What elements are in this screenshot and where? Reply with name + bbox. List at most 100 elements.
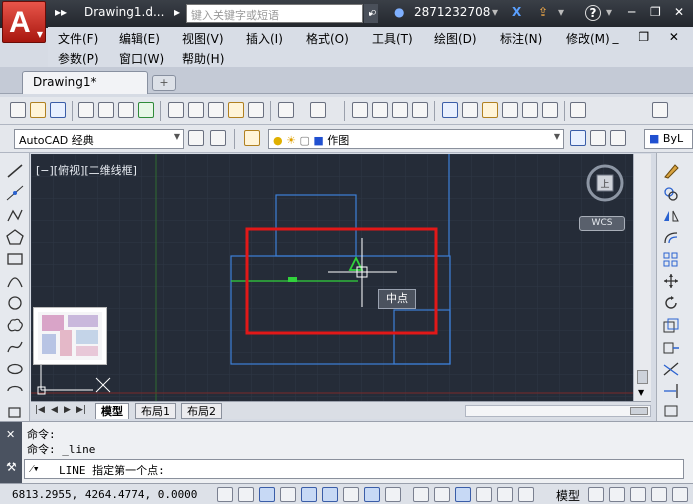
viewcube[interactable]: 上	[584, 162, 626, 204]
grid-display-toggle[interactable]	[259, 487, 275, 502]
menu-window[interactable]: 窗口(W)	[119, 50, 164, 67]
connect-icon[interactable]: ⇪	[538, 5, 548, 19]
sheet-set-icon[interactable]	[502, 102, 518, 118]
pan-icon[interactable]	[352, 102, 368, 118]
dynamic-ucs-toggle[interactable]	[385, 487, 401, 502]
block-editor-icon[interactable]	[248, 102, 264, 118]
make-current-layer-icon[interactable]	[570, 130, 586, 146]
horizontal-scroll-thumb[interactable]	[630, 407, 648, 415]
scroll-down-arrow[interactable]: ▼	[638, 388, 644, 397]
search-input[interactable]: 键入关键字或短语	[186, 4, 363, 23]
publish-icon[interactable]	[118, 102, 134, 118]
ortho-mode-toggle[interactable]	[280, 487, 296, 502]
quick-access-expand[interactable]: ▸▸	[55, 5, 67, 19]
minimize-icon[interactable]: ─	[628, 5, 635, 19]
dynamic-input-toggle[interactable]	[413, 487, 429, 502]
menu-modify[interactable]: 修改(M)	[566, 30, 610, 47]
menu-edit[interactable]: 编辑(E)	[119, 30, 160, 47]
help-button[interactable]: ?	[585, 5, 601, 21]
copy-object-icon[interactable]	[662, 185, 680, 201]
cut-icon[interactable]	[168, 102, 184, 118]
user-icon[interactable]: ●	[394, 5, 404, 19]
close-icon[interactable]: ✕	[674, 5, 684, 19]
previous-layout-arrow[interactable]: ◀	[51, 405, 58, 415]
text-style-icon[interactable]	[652, 102, 668, 118]
connect-dropdown-icon[interactable]: ▾	[558, 5, 564, 19]
tab-layout2[interactable]: 布局2	[181, 403, 222, 419]
save-icon[interactable]	[50, 102, 66, 118]
quick-properties-toggle[interactable]	[476, 487, 492, 502]
menu-help[interactable]: 帮助(H)	[182, 50, 224, 67]
exchange-icon[interactable]: X	[512, 5, 521, 19]
command-input[interactable]: ⁄▾ LINE 指定第一个点:	[24, 459, 684, 479]
infer-constraints-toggle[interactable]	[217, 487, 233, 502]
binoculars-icon[interactable]: ⌕	[370, 5, 377, 20]
help-dropdown-icon[interactable]: ▾	[606, 5, 612, 19]
stretch-icon[interactable]	[662, 339, 680, 355]
circle-icon[interactable]	[6, 295, 24, 311]
ellipse-icon[interactable]	[6, 361, 24, 377]
ellipse-arc-icon[interactable]	[6, 383, 24, 399]
maximize-icon[interactable]: ❐	[650, 5, 661, 19]
properties-icon[interactable]	[442, 102, 458, 118]
break-icon[interactable]	[662, 403, 680, 419]
layer-states-icon[interactable]	[610, 130, 626, 146]
lock-ui-button[interactable]	[672, 487, 688, 502]
menu-draw[interactable]: 绘图(D)	[434, 30, 477, 47]
zoom-previous-icon[interactable]	[412, 102, 428, 118]
drawing-canvas[interactable]: [−][俯视][二维线框] 上 WCS 中点	[31, 154, 633, 401]
zoom-window-icon[interactable]	[392, 102, 408, 118]
tab-layout1[interactable]: 布局1	[135, 403, 176, 419]
wcs-menu-button[interactable]: WCS	[579, 216, 625, 231]
tab-drawing1[interactable]: Drawing1*	[22, 71, 148, 94]
object-snap-tracking-toggle[interactable]	[364, 487, 380, 502]
menu-format[interactable]: 格式(O)	[306, 30, 349, 47]
help-toolbar-icon[interactable]	[570, 102, 586, 118]
menu-view[interactable]: 视图(V)	[182, 30, 224, 47]
copy-icon[interactable]	[188, 102, 204, 118]
markup-icon[interactable]	[522, 102, 538, 118]
mirror-icon[interactable]	[662, 207, 680, 223]
user-account-id[interactable]: 2871232708	[414, 5, 490, 19]
print-icon[interactable]	[78, 102, 94, 118]
arc-icon[interactable]	[6, 273, 24, 289]
trim-icon[interactable]	[662, 361, 680, 377]
move-icon[interactable]	[662, 273, 680, 289]
close-icon[interactable]: ✕	[6, 428, 15, 441]
rotate-icon[interactable]	[662, 295, 680, 311]
offset-icon[interactable]	[662, 229, 680, 245]
model-space-button[interactable]: 模型	[556, 487, 580, 504]
polygon-icon[interactable]	[6, 229, 24, 245]
scale-icon[interactable]	[662, 317, 680, 333]
object-snap-toggle[interactable]	[322, 487, 338, 502]
tab-model[interactable]: 模型	[95, 403, 129, 419]
tool-palettes-icon[interactable]	[482, 102, 498, 118]
quick-view-layouts-button[interactable]	[588, 487, 604, 502]
account-dropdown-icon[interactable]: ▾	[492, 5, 498, 19]
layer-previous-icon[interactable]	[590, 130, 606, 146]
erase-icon[interactable]	[662, 163, 680, 179]
extend-icon[interactable]	[662, 383, 680, 399]
array-icon[interactable]	[662, 251, 680, 267]
menu-dimension[interactable]: 标注(N)	[500, 30, 542, 47]
menu-tools[interactable]: 工具(T)	[372, 30, 413, 47]
3d-object-snap-toggle[interactable]	[343, 487, 359, 502]
coordinates-readout[interactable]: 6813.2955, 4264.4774, 0.0000	[12, 488, 197, 501]
menu-parametric[interactable]: 参数(P)	[58, 50, 99, 67]
selection-cycling-toggle[interactable]	[497, 487, 513, 502]
3d-print-icon[interactable]	[138, 102, 154, 118]
horizontal-scrollbar[interactable]	[465, 405, 651, 417]
menu-file[interactable]: 文件(F)	[58, 30, 98, 47]
print-preview-icon[interactable]	[98, 102, 114, 118]
line-tool-icon[interactable]	[6, 163, 24, 179]
quick-view-drawings-button[interactable]	[609, 487, 625, 502]
first-layout-arrow[interactable]: |◀	[35, 405, 45, 415]
vertical-scroll-thumb[interactable]	[637, 370, 648, 384]
zoom-realtime-icon[interactable]	[372, 102, 388, 118]
insert-block-icon[interactable]	[6, 403, 24, 419]
construction-line-icon[interactable]	[6, 185, 24, 201]
polyline-icon[interactable]	[6, 207, 24, 223]
revision-cloud-icon[interactable]	[6, 317, 24, 333]
customize-icon[interactable]	[210, 130, 226, 146]
transparency-toggle[interactable]	[455, 487, 471, 502]
